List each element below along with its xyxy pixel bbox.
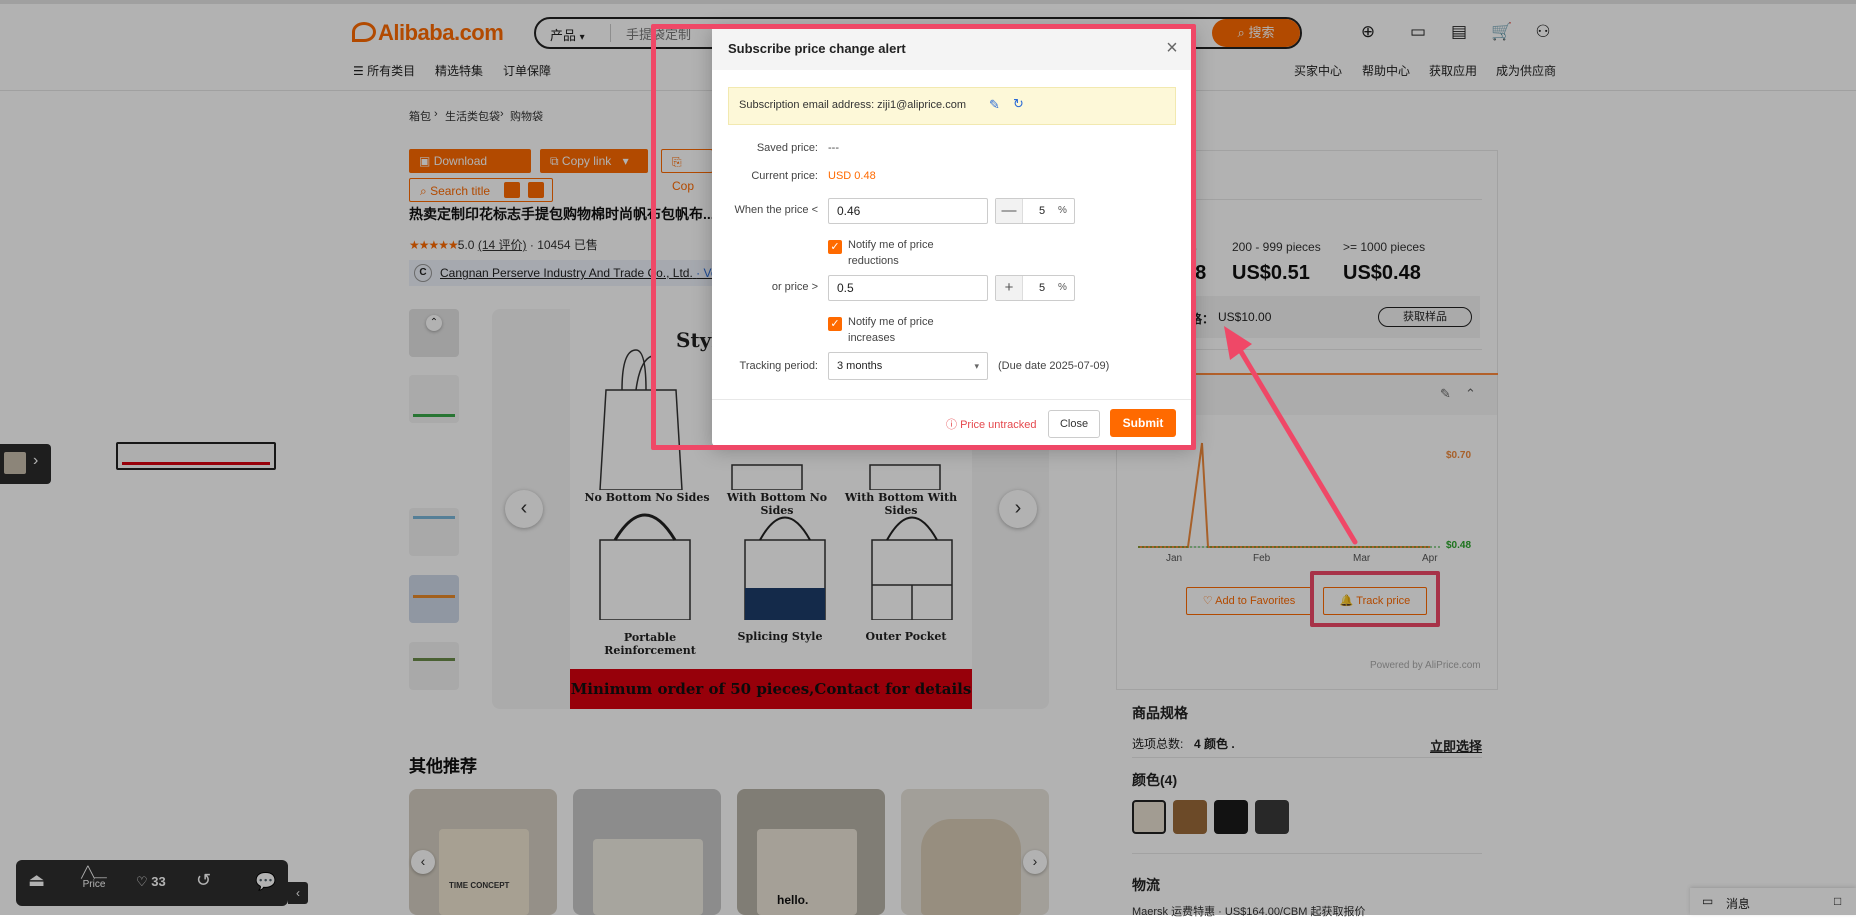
annotation-arrow: [1224, 326, 1358, 545]
modal-highlight: [651, 24, 1196, 450]
